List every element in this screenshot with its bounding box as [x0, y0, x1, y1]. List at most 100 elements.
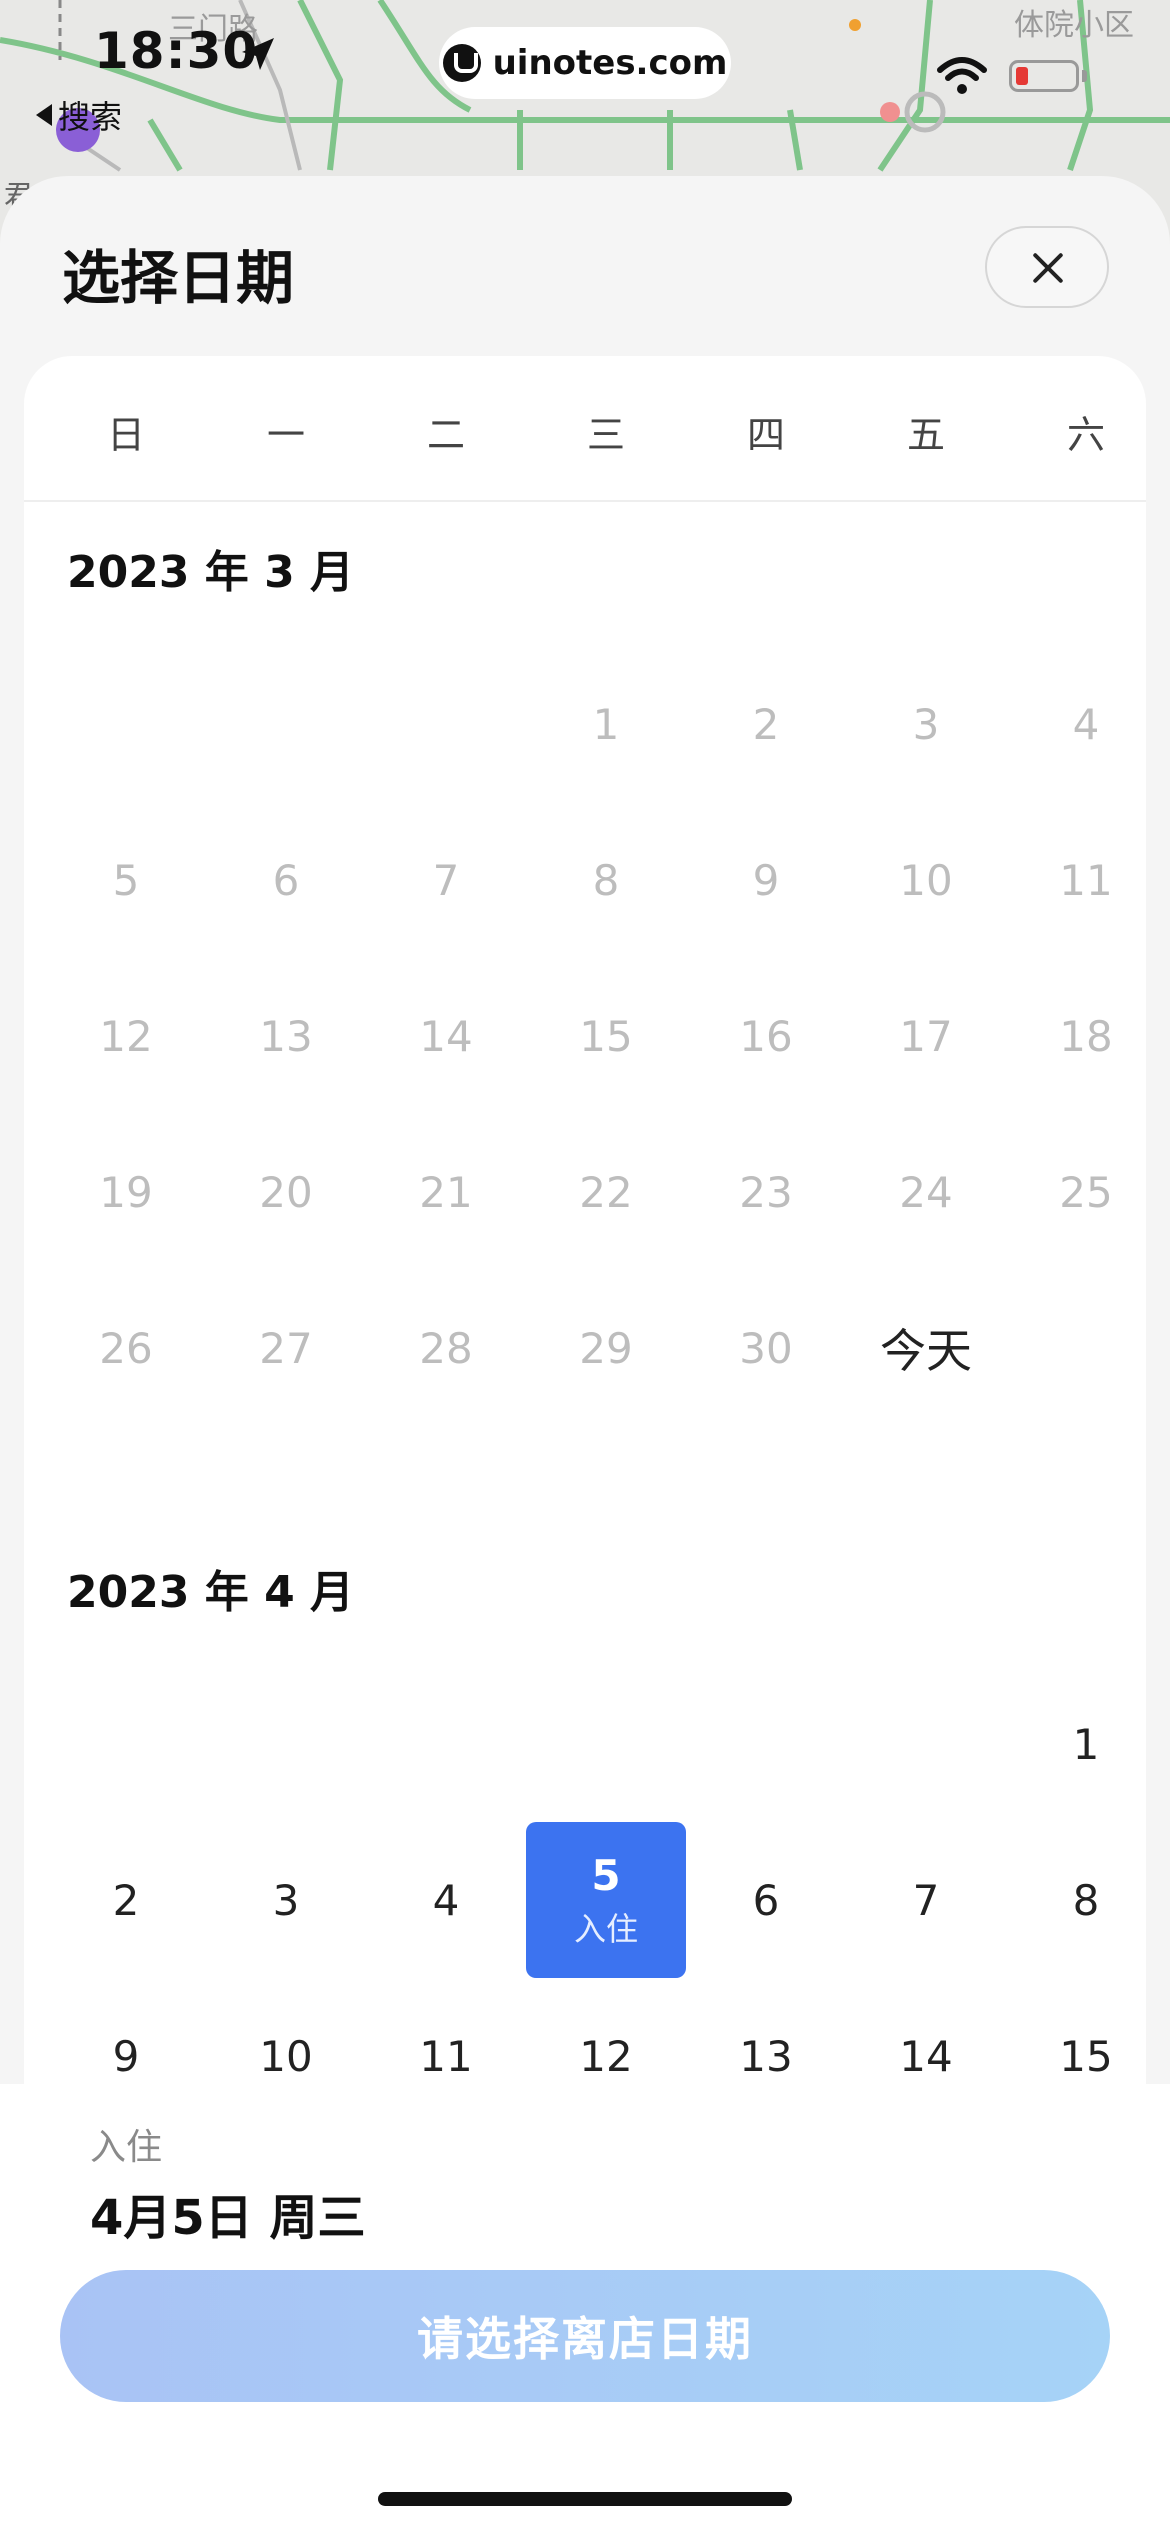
status-time: 18:30 — [94, 22, 259, 80]
day-number: 30 — [739, 1323, 793, 1373]
calendar-day-disabled: 9 — [686, 802, 846, 958]
calendar-day[interactable]: 1 — [1006, 1666, 1146, 1822]
calendar-day-disabled: 4 — [1006, 646, 1146, 802]
back-label: 搜索 — [58, 98, 123, 136]
day-number: 28 — [419, 1323, 473, 1373]
day-number: 3 — [272, 1875, 300, 1925]
day-number: 15 — [579, 1011, 633, 1061]
day-number: 1 — [1072, 1719, 1100, 1769]
calendar-day-disabled: 24 — [846, 1114, 1006, 1270]
calendar-day-disabled: 25 — [1006, 1114, 1146, 1270]
day-number: 23 — [739, 1167, 793, 1217]
calendar-day[interactable]: 8 — [1006, 1822, 1146, 1978]
day-number: 7 — [432, 855, 460, 905]
checkin-tag: 入住 — [573, 1909, 638, 1948]
day-number: 9 — [112, 2031, 140, 2081]
weekday-label: 五 — [906, 413, 945, 457]
calendar-day-disabled: 2 — [686, 646, 846, 802]
back-triangle-icon — [36, 104, 52, 126]
day-number: 12 — [99, 1011, 153, 1061]
calendar-day[interactable]: 4 — [366, 1822, 526, 1978]
calendar-day-disabled: 11 — [1006, 802, 1146, 958]
month-title: 2023 年 4 月 — [67, 1567, 355, 1618]
calendar-day-disabled: 3 — [846, 646, 1006, 802]
day-number: 4 — [432, 1875, 460, 1925]
calendar-day-disabled: 29 — [526, 1270, 686, 1426]
wifi-icon — [937, 57, 987, 94]
day-number: 3 — [912, 699, 940, 749]
day-number: 29 — [579, 1323, 633, 1373]
calendar-day-disabled: 1 — [526, 646, 686, 802]
calendar-day-disabled: 28 — [366, 1270, 526, 1426]
calendar-day-disabled: 8 — [526, 802, 686, 958]
calendar-day-disabled: 10 — [846, 802, 1006, 958]
bottom-panel: 入住 4月5日 周三 请选择离店日期 — [0, 2084, 1170, 2532]
calendar-day-disabled: 27 — [206, 1270, 366, 1426]
back-to-search-button[interactable]: 搜索 — [36, 92, 122, 138]
select-checkout-button[interactable]: 请选择离店日期 — [60, 2270, 1110, 2402]
calendar-day-disabled: 26 — [46, 1270, 206, 1426]
site-watermark-pill: uinotes.com — [439, 27, 731, 99]
calendar-day[interactable]: 2 — [46, 1822, 206, 1978]
calendar-day-disabled: 6 — [206, 802, 366, 958]
day-number: 25 — [1059, 1167, 1113, 1217]
weekday-label: 四 — [746, 413, 785, 457]
day-number: 13 — [259, 1011, 313, 1061]
day-number: 20 — [259, 1167, 313, 1217]
day-number: 10 — [259, 2031, 313, 2081]
calendar-day-disabled: 30 — [686, 1270, 846, 1426]
calendar-card: 日一二三四五六 2023 年 3 月 1 2 3 4 5 6 7 8 9 10 11 12 13 14 15 1… — [24, 356, 1146, 2266]
calendar-day-disabled: 19 — [46, 1114, 206, 1270]
calendar-day[interactable]: 7 — [846, 1822, 1006, 1978]
close-icon — [1030, 250, 1066, 286]
calendar-day-disabled: 17 — [846, 958, 1006, 1114]
day-number: 12 — [579, 2031, 633, 2081]
weekday-label: 一 — [266, 413, 305, 457]
day-number: 27 — [259, 1323, 313, 1373]
day-number: 7 — [912, 1875, 940, 1925]
day-number: 6 — [752, 1875, 780, 1925]
day-number: 14 — [899, 2031, 953, 2081]
close-button[interactable] — [985, 226, 1109, 308]
day-number: 15 — [1059, 2031, 1113, 2081]
map-area-label: 体院小区 — [1014, 8, 1134, 43]
day-number: 13 — [739, 2031, 793, 2081]
weekday-label: 日 — [106, 413, 145, 457]
calendar-day-disabled: 15 — [526, 958, 686, 1114]
day-number: 8 — [592, 855, 620, 905]
day-number: 4 — [1072, 699, 1100, 749]
day-number: 8 — [1072, 1875, 1100, 1925]
day-number: 9 — [752, 855, 780, 905]
calendar-day-disabled: 23 — [686, 1114, 846, 1270]
day-number: 24 — [899, 1167, 953, 1217]
day-number: 26 — [99, 1323, 153, 1373]
day-number: 6 — [272, 855, 300, 905]
day-number: 18 — [1059, 1011, 1113, 1061]
day-number: 14 — [419, 1011, 473, 1061]
battery-tip — [1082, 70, 1087, 82]
weekday-label: 二 — [426, 413, 465, 457]
calendar-day[interactable]: 3 — [206, 1822, 366, 1978]
day-number: 5 — [112, 855, 140, 905]
calendar-day-today[interactable]: 今天 — [846, 1270, 1006, 1426]
day-number: 10 — [899, 855, 953, 905]
calendar-day[interactable]: 6 — [686, 1822, 846, 1978]
home-indicator — [378, 2492, 792, 2506]
day-number: 2 — [752, 699, 780, 749]
calendar-day-disabled: 22 — [526, 1114, 686, 1270]
uinotes-logo-icon — [442, 44, 481, 82]
day-number: 22 — [579, 1167, 633, 1217]
day-number: 16 — [739, 1011, 793, 1061]
calendar-day-disabled: 21 — [366, 1114, 526, 1270]
calendar-day-disabled: 13 — [206, 958, 366, 1114]
calendar-day-disabled: 14 — [366, 958, 526, 1114]
weekday-header: 日一二三四五六 — [24, 356, 1146, 502]
weekday-label: 三 — [586, 413, 625, 457]
calendar-day-selected[interactable]: 5 入住 — [526, 1822, 686, 1978]
checkin-label: 入住 — [90, 2127, 163, 2168]
day-number: 1 — [592, 699, 620, 749]
calendar-day-disabled: 12 — [46, 958, 206, 1114]
battery-level — [1016, 67, 1028, 85]
calendar-day-disabled: 16 — [686, 958, 846, 1114]
day-number: 今天 — [880, 1324, 972, 1378]
